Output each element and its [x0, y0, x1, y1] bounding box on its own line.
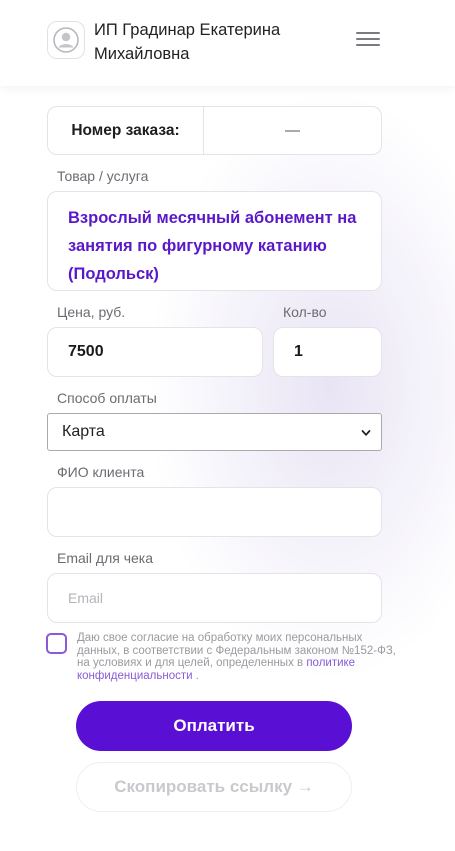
- order-number-value: —: [285, 122, 300, 139]
- user-avatar-icon: [53, 27, 79, 53]
- chevron-down-icon: [361, 430, 371, 436]
- client-name-label: ФИО клиента: [57, 464, 145, 480]
- email-placeholder: Email: [68, 590, 104, 606]
- price-label: Цена, руб.: [57, 304, 126, 320]
- payment-method-value: Карта: [62, 423, 105, 440]
- product-field[interactable]: Взрослый месячный абонемент на занятия п…: [47, 191, 382, 291]
- quantity-field[interactable]: 1: [273, 327, 382, 377]
- price-field[interactable]: 7500: [47, 327, 263, 377]
- price-value: 7500: [68, 343, 104, 360]
- copy-link-button[interactable]: Скопировать ссылку →: [76, 762, 352, 812]
- seller-name: ИП Градинар Екатерина Михайловна: [94, 21, 281, 63]
- product-value: Взрослый месячный абонемент на занятия п…: [68, 209, 357, 283]
- quantity-label: Кол-во: [283, 304, 327, 320]
- consent-suffix: .: [195, 669, 199, 682]
- email-label: Email для чека: [57, 550, 154, 566]
- pay-button[interactable]: Оплатить: [76, 701, 352, 751]
- avatar: [47, 21, 85, 59]
- order-number-box: Номер заказа: —: [47, 106, 382, 155]
- hamburger-menu-icon[interactable]: [356, 32, 380, 50]
- email-field[interactable]: Email: [47, 573, 382, 623]
- payment-method-select[interactable]: Карта: [47, 413, 382, 451]
- client-name-field[interactable]: [47, 487, 382, 537]
- order-number-label: Номер заказа:: [48, 107, 204, 154]
- quantity-value: 1: [294, 343, 303, 360]
- consent-checkbox[interactable]: [46, 633, 67, 654]
- header: ИП Градинар Екатерина Михайловна: [0, 0, 455, 86]
- consent-text: Даю свое согласие на обработку моих перс…: [77, 632, 397, 682]
- payment-method-label: Способ оплаты: [57, 390, 157, 406]
- product-label: Товар / услуга: [57, 168, 149, 184]
- payment-form: Номер заказа: — Товар / услуга Взрослый …: [0, 0, 455, 851]
